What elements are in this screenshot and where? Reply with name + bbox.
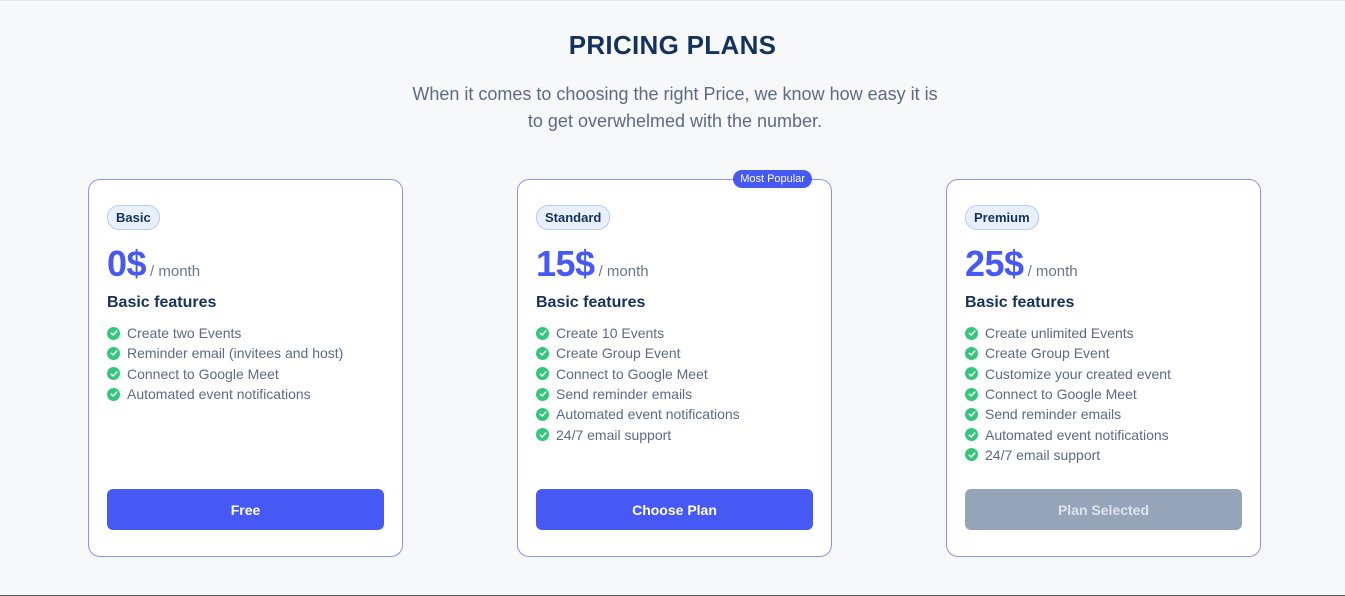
check-icon: [965, 367, 978, 381]
check-icon: [965, 407, 978, 421]
feature-item: 24/7 email support: [536, 424, 740, 444]
features-list: Create two Events Reminder email (invitee…: [107, 323, 343, 404]
plan-price: 15$: [536, 243, 595, 284]
feature-text: Customize your created event: [985, 365, 1171, 382]
check-icon: [965, 448, 978, 462]
section-subtitle: When it comes to choosing the right Pric…: [412, 84, 938, 131]
features-title: Basic features: [965, 294, 1075, 311]
feature-item: Customize your created event: [965, 364, 1171, 384]
feature-item: Send reminder emails: [536, 384, 740, 404]
top-divider: [0, 0, 1345, 1]
check-icon: [536, 428, 549, 442]
feature-text: Connect to Google Meet: [127, 365, 279, 382]
check-icon: [965, 387, 978, 401]
feature-item: Reminder email (invitees and host): [107, 343, 343, 363]
price-period: / month: [1027, 263, 1078, 280]
free-button[interactable]: Free: [107, 489, 384, 530]
choose-plan-button[interactable]: Choose Plan: [536, 489, 813, 530]
plan-badge: Basic: [107, 205, 160, 230]
plan-card-premium: Premium 25$ / month Basic features Create…: [946, 179, 1261, 557]
feature-item: Send reminder emails: [965, 404, 1171, 424]
feature-text: Create Group Event: [556, 345, 681, 362]
feature-text: 24/7 email support: [985, 446, 1101, 463]
check-icon: [536, 407, 549, 421]
feature-text: Automated event notifications: [985, 426, 1169, 443]
plan-badge: Premium: [965, 205, 1039, 230]
feature-text: Connect to Google Meet: [985, 386, 1137, 403]
plan-card-basic: Basic 0$ / month Basic features Create tw…: [88, 179, 403, 557]
features-title: Basic features: [107, 294, 217, 311]
feature-item: Automated event notifications: [536, 404, 740, 424]
price-row: 15$ / month: [536, 243, 649, 285]
check-icon: [536, 387, 549, 401]
check-icon: [107, 346, 120, 360]
feature-item: Create Group Event: [536, 343, 740, 363]
price-row: 25$ / month: [965, 243, 1078, 285]
feature-item: Create 10 Events: [536, 323, 740, 343]
feature-item: Automated event notifications: [107, 384, 343, 404]
check-icon: [536, 326, 549, 340]
feature-item: Create unlimited Events: [965, 323, 1171, 343]
feature-item: Create Group Event: [965, 343, 1171, 363]
feature-text: 24/7 email support: [556, 426, 672, 443]
check-icon: [965, 346, 978, 360]
feature-text: Send reminder emails: [556, 386, 693, 403]
check-icon: [536, 346, 549, 360]
price-row: 0$ / month: [107, 243, 200, 285]
check-icon: [536, 367, 549, 381]
feature-item: Automated event notifications: [965, 424, 1171, 444]
feature-item: Connect to Google Meet: [965, 384, 1171, 404]
feature-text: Create two Events: [127, 325, 242, 342]
feature-text: Connect to Google Meet: [556, 365, 708, 382]
price-period: / month: [598, 263, 649, 280]
feature-text: Create 10 Events: [556, 325, 665, 342]
check-icon: [965, 428, 978, 442]
feature-item: Connect to Google Meet: [536, 364, 740, 384]
feature-item: Connect to Google Meet: [107, 364, 343, 384]
most-popular-badge: Most Popular: [733, 170, 812, 188]
features-title: Basic features: [536, 294, 646, 311]
check-icon: [965, 326, 978, 340]
check-icon: [107, 387, 120, 401]
feature-item: 24/7 email support: [965, 445, 1171, 465]
feature-text: Reminder email (invitees and host): [127, 345, 344, 362]
feature-text: Send reminder emails: [985, 406, 1122, 423]
plan-price: 0$: [107, 243, 147, 284]
plan-card-standard: Most Popular Standard 15$ / month Basic f…: [517, 170, 832, 557]
plan-selected-button[interactable]: Plan Selected: [965, 489, 1242, 530]
feature-text: Create unlimited Events: [985, 325, 1134, 342]
price-period: / month: [150, 263, 201, 280]
plan-badge: Standard: [536, 205, 611, 230]
check-icon: [107, 326, 120, 340]
feature-text: Automated event notifications: [127, 386, 311, 403]
plan-price: 25$: [965, 243, 1024, 284]
section-title: PRICING PLANS: [568, 30, 777, 60]
feature-text: Create Group Event: [985, 345, 1110, 362]
feature-item: Create two Events: [107, 323, 343, 343]
check-icon: [107, 367, 120, 381]
features-list: Create unlimited Events Create Group Even…: [965, 323, 1171, 465]
feature-text: Automated event notifications: [556, 406, 740, 423]
features-list: Create 10 Events Create Group Event Connec…: [536, 323, 740, 445]
